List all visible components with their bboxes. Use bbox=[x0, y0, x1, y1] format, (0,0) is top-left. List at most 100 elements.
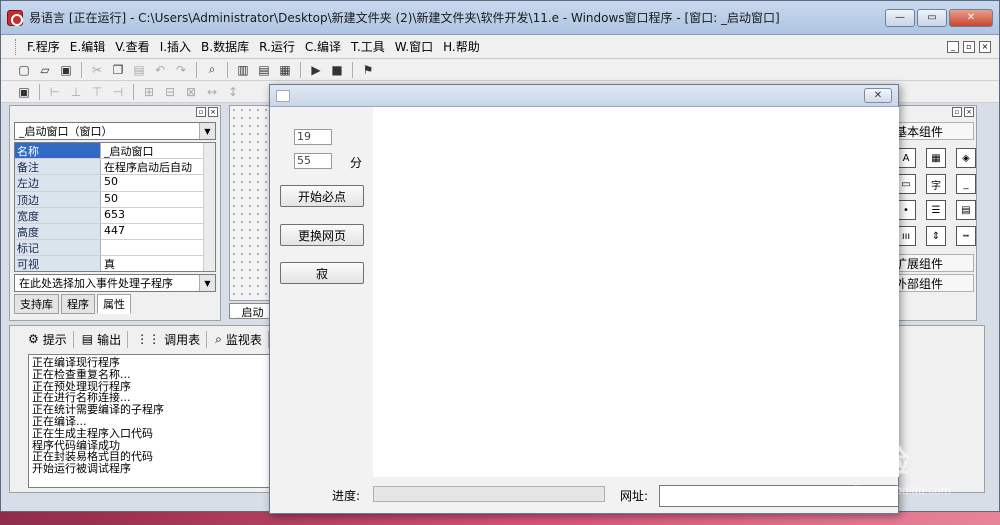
property-row[interactable]: 左边 50 bbox=[15, 175, 215, 192]
undo-icon[interactable]: ↶ bbox=[151, 61, 169, 79]
list-icon[interactable]: ☰ bbox=[926, 200, 946, 220]
spin-icon[interactable]: ⇕ bbox=[926, 226, 946, 246]
tab-properties[interactable]: 属性 bbox=[97, 294, 131, 314]
cut-icon[interactable]: ✂ bbox=[88, 61, 106, 79]
picture-icon[interactable]: ▦ bbox=[926, 148, 946, 168]
tab-output[interactable]: ▤ 输出 bbox=[76, 330, 129, 348]
app-titlebar: ✕ bbox=[270, 85, 898, 107]
number-input-1[interactable]: 19 bbox=[294, 129, 332, 145]
event-selector[interactable]: 在此处选择加入事件处理子程序 ▼ bbox=[14, 274, 216, 292]
stop-icon[interactable]: ■ bbox=[328, 61, 346, 79]
label-icon[interactable]: A bbox=[896, 148, 916, 168]
section-external-components[interactable]: 外部组件 bbox=[888, 274, 974, 292]
property-row[interactable]: 标记 bbox=[15, 240, 215, 257]
tab-support-library[interactable]: 支持库 bbox=[14, 294, 59, 314]
align-bottom-icon[interactable]: ⊣ bbox=[109, 83, 127, 101]
same-size-icon[interactable]: ⊠ bbox=[182, 83, 200, 101]
tab-label: 提示 bbox=[42, 332, 67, 347]
doc-close-button[interactable]: × bbox=[979, 40, 991, 53]
property-value[interactable]: 在程序启动后自动 bbox=[101, 159, 215, 174]
space-h-icon[interactable]: ↔ bbox=[203, 83, 221, 101]
property-row[interactable]: 备注 在程序启动后自动 bbox=[15, 159, 215, 176]
radio-icon[interactable]: • bbox=[896, 200, 916, 220]
close-button[interactable]: ✕ bbox=[949, 8, 993, 27]
app-close-button[interactable]: ✕ bbox=[864, 88, 892, 103]
property-row[interactable]: 高度 447 bbox=[15, 223, 215, 241]
find-icon[interactable]: ⌕ bbox=[203, 61, 221, 79]
number-input-2[interactable]: 55 bbox=[294, 153, 332, 169]
panel-close-button[interactable]: × bbox=[964, 107, 974, 117]
open-folder-icon[interactable]: ▱ bbox=[36, 61, 54, 79]
menu-tools[interactable]: T.工具 bbox=[346, 38, 390, 55]
start-button[interactable]: 开始必点 bbox=[280, 185, 364, 207]
copy-icon[interactable]: ❐ bbox=[109, 61, 127, 79]
menu-run[interactable]: R.运行 bbox=[254, 38, 300, 55]
same-height-icon[interactable]: ⊟ bbox=[161, 83, 179, 101]
property-row[interactable]: 顶边 50 bbox=[15, 191, 215, 208]
run-icon[interactable]: ▶ bbox=[307, 61, 325, 79]
menu-compile[interactable]: C.编译 bbox=[300, 38, 346, 55]
property-value[interactable]: 50 bbox=[101, 192, 215, 207]
panel-pin-button[interactable]: ▫ bbox=[196, 107, 206, 117]
menu-window[interactable]: W.窗口 bbox=[390, 38, 438, 55]
align-top-icon[interactable]: ⊤ bbox=[88, 83, 106, 101]
save-icon[interactable]: ▣ bbox=[57, 61, 75, 79]
property-value[interactable]: 653 bbox=[101, 208, 215, 223]
property-row[interactable]: 可视真 bbox=[15, 256, 215, 271]
bar-icon[interactable]: ┅ bbox=[956, 226, 976, 246]
layout-2-icon[interactable]: ▤ bbox=[255, 61, 273, 79]
paste-icon[interactable]: ▤ bbox=[130, 61, 148, 79]
property-value[interactable]: 50 bbox=[101, 175, 215, 190]
same-width-icon[interactable]: ⊞ bbox=[140, 83, 158, 101]
output-icon: ▤ bbox=[81, 332, 94, 346]
window-title: 易语言 [正在运行] - C:\Users\Administrator\Desk… bbox=[29, 11, 780, 25]
property-row[interactable]: 宽度 653 bbox=[15, 207, 215, 224]
redo-icon[interactable]: ↷ bbox=[172, 61, 190, 79]
property-value[interactable]: _启动窗口 bbox=[101, 143, 215, 158]
align-center-icon[interactable]: ⊥ bbox=[67, 83, 85, 101]
dial-icon[interactable]: ııı bbox=[896, 226, 916, 246]
property-row[interactable]: 名称 _启动窗口 bbox=[15, 143, 215, 160]
tab-program[interactable]: 程序 bbox=[61, 294, 95, 314]
table-icon[interactable]: ▤ bbox=[956, 200, 976, 220]
shape-icon[interactable]: ◈ bbox=[956, 148, 976, 168]
doc-minimize-button[interactable]: _ bbox=[947, 40, 959, 53]
minimize-button[interactable]: — bbox=[885, 8, 915, 27]
menu-edit[interactable]: E.编辑 bbox=[65, 38, 110, 55]
doc-restore-button[interactable]: ▫ bbox=[963, 40, 975, 53]
change-page-button[interactable]: 更换网页 bbox=[280, 224, 364, 246]
property-scrollbar[interactable] bbox=[203, 143, 215, 271]
object-selector[interactable]: _启动窗口（窗口） ▼ bbox=[14, 122, 216, 140]
debug-icon[interactable]: ⚑ bbox=[359, 61, 377, 79]
layout-1-icon[interactable]: ▥ bbox=[234, 61, 252, 79]
layout-3-icon[interactable]: ▦ bbox=[276, 61, 294, 79]
chevron-down-icon[interactable]: ▼ bbox=[199, 123, 215, 139]
menu-database[interactable]: B.数据库 bbox=[196, 38, 254, 55]
form-icon[interactable]: ▣ bbox=[15, 83, 33, 101]
tab-call-stack[interactable]: ⋮⋮ 调用表 bbox=[130, 330, 208, 348]
property-value[interactable]: 447 bbox=[101, 224, 215, 239]
chevron-down-icon[interactable]: ▼ bbox=[199, 275, 215, 291]
line-icon[interactable]: _ bbox=[956, 174, 976, 194]
third-button[interactable]: 寂 bbox=[280, 262, 364, 284]
menu-help[interactable]: H.帮助 bbox=[438, 38, 485, 55]
new-file-icon[interactable]: ▢ bbox=[15, 61, 33, 79]
panel-close-button[interactable]: × bbox=[208, 107, 218, 117]
menu-view[interactable]: V.查看 bbox=[110, 38, 154, 55]
menu-insert[interactable]: I.插入 bbox=[155, 38, 196, 55]
maximize-button[interactable]: ▭ bbox=[917, 8, 947, 27]
space-v-icon[interactable]: ↕ bbox=[224, 83, 242, 101]
section-extended-components[interactable]: 扩展组件 bbox=[888, 254, 974, 272]
property-value[interactable] bbox=[101, 240, 215, 255]
edit-icon[interactable]: ▭ bbox=[896, 174, 916, 194]
output-text-area[interactable]: 正在编译现行程序 正在检查重复名称... 正在预处理现行程序 正在进行名称连接.… bbox=[28, 354, 284, 488]
property-key: 标记 bbox=[15, 240, 101, 256]
panel-pin-button[interactable]: ▫ bbox=[952, 107, 962, 117]
section-basic-components[interactable]: 基本组件 bbox=[888, 122, 974, 140]
property-value[interactable]: 真 bbox=[101, 256, 215, 271]
tab-hint[interactable]: ⚙ 提示 bbox=[22, 330, 74, 348]
tab-watch[interactable]: ⌕ 监视表 bbox=[209, 330, 269, 348]
text-icon[interactable]: 字 bbox=[926, 174, 946, 194]
align-left-icon[interactable]: ⊢ bbox=[46, 83, 64, 101]
menu-program[interactable]: F.程序 bbox=[22, 38, 65, 55]
